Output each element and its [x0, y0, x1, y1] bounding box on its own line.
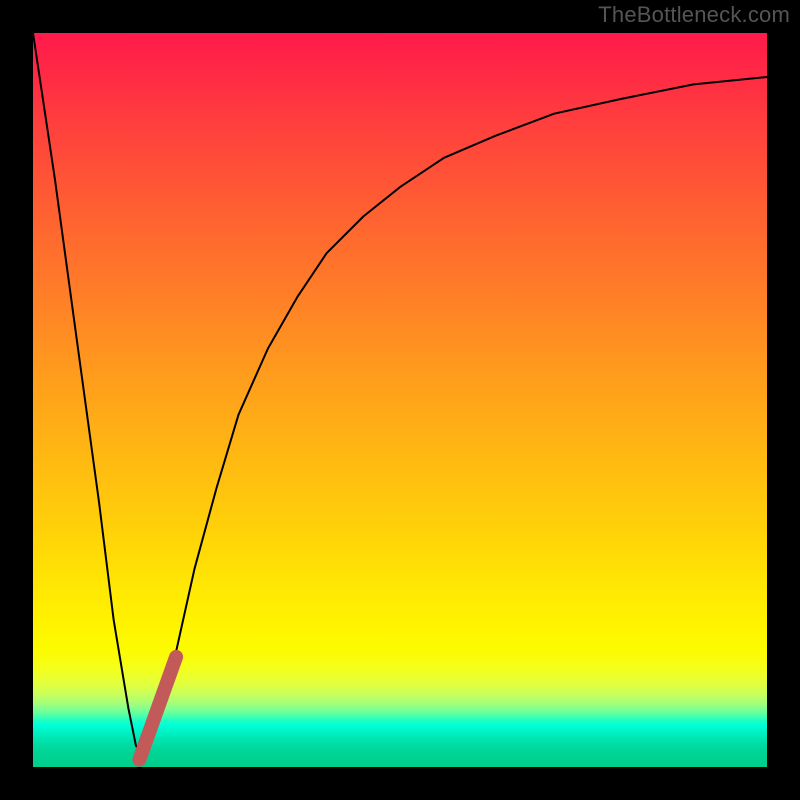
- chart-svg: [33, 33, 767, 767]
- plot-area: [33, 33, 767, 767]
- chart-frame: TheBottleneck.com: [0, 0, 800, 800]
- bottleneck-curve: [33, 33, 767, 760]
- watermark-text: TheBottleneck.com: [598, 2, 790, 28]
- user-position-indicator: [139, 657, 176, 760]
